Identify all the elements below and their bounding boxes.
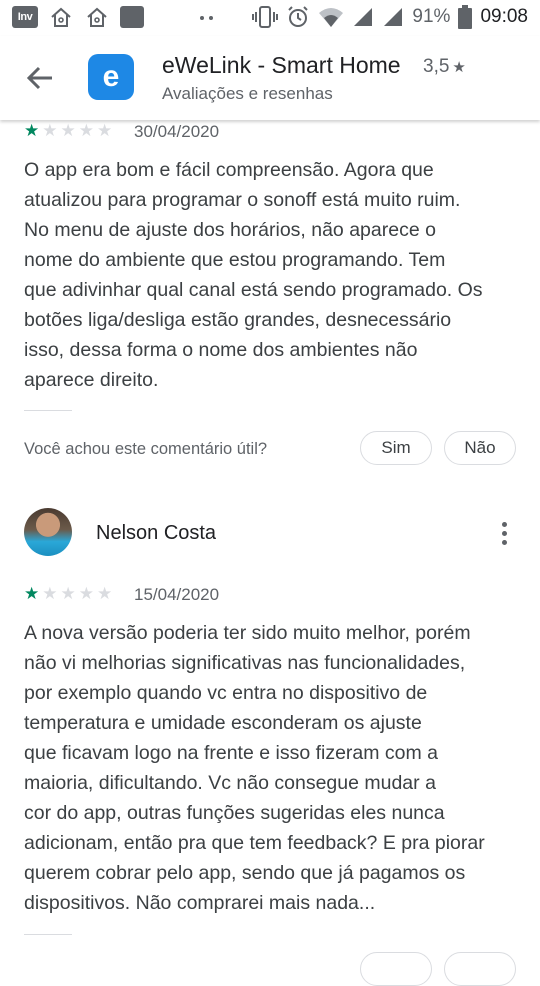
review-date: 15/04/2020 [134,585,220,604]
battery-icon [458,5,473,29]
app-rating: 3,5 ★ [423,56,466,78]
clock-time: 09:08 [480,6,528,27]
review-date: 30/04/2020 [134,122,220,141]
inv-app-icon: Inv [12,6,38,28]
app-rating-value: 3,5 [423,56,450,77]
home-outline-icon [87,7,107,27]
back-arrow-icon[interactable] [24,62,56,94]
star-empty-icon: ★ [97,584,113,603]
battery-percent: 91% [412,6,451,27]
star-empty-icon: ★ [60,584,76,603]
app-bar: e eWeLink - Smart Home 3,5 ★ Avaliações … [0,36,540,120]
wifi-icon [319,8,344,27]
star-empty-icon: ★ [97,121,113,140]
home-icon [51,7,71,27]
more-notifications-icon [200,16,213,20]
star-empty-icon: ★ [78,584,94,603]
signal-2-icon [384,8,403,26]
app-notification-icon [120,6,144,28]
more-options-icon[interactable] [494,518,514,548]
divider [24,410,72,411]
star-filled-icon: ★ [24,584,40,603]
star-empty-icon: ★ [60,121,76,140]
divider [24,934,72,935]
status-bar: Inv 91% 09:08 [0,0,540,36]
review-text: O app era bom e fácil compreensão. Agora… [24,159,483,391]
signal-icon [354,8,373,26]
star-filled-icon: ★ [24,121,40,140]
status-bar-system: 91% 09:08 [252,5,528,29]
status-bar-notifications: Inv [12,6,144,28]
star-empty-icon: ★ [42,121,58,140]
app-title: eWeLink - Smart Home [162,52,401,78]
star-icon: ★ [452,59,466,76]
star-empty-icon: ★ [78,121,94,140]
helpful-no-button[interactable]: Não [444,431,516,465]
helpful-no-button[interactable] [444,952,516,986]
app-icon[interactable]: e [88,54,134,100]
review-author: Nelson Costa [96,522,217,544]
helpful-question: Você achou este comentário útil? [24,440,268,458]
alarm-icon [288,6,309,27]
review-text: A nova versão poderia ter sido muito mel… [24,622,485,914]
helpful-yes-button[interactable]: Sim [360,431,432,465]
vibrate-icon [252,6,279,28]
page-subtitle: Avaliações e resenhas [162,84,333,103]
avatar [24,508,72,556]
review-rating-stars: ★ ★ ★ ★ ★ [24,122,112,139]
review-rating-stars: ★ ★ ★ ★ ★ [24,585,112,602]
helpful-yes-button[interactable] [360,952,432,986]
app-icon-letter: e [102,60,120,93]
star-empty-icon: ★ [42,584,58,603]
